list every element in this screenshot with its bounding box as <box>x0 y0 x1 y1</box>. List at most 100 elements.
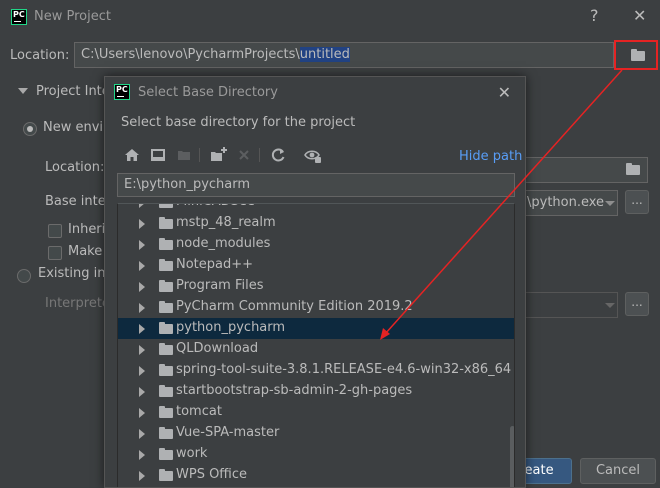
folder-icon <box>159 469 173 481</box>
path-value: E:\python_pycharm <box>124 177 251 192</box>
location-selected-text: untitled <box>299 47 350 62</box>
pycharm-logo-icon: PC <box>11 9 27 25</box>
new-environment-radio[interactable] <box>23 122 37 136</box>
location-label: Location: <box>10 48 70 63</box>
tree-row-label: python_pycharm <box>176 320 286 335</box>
select-base-directory-dialog: PC Select Base Directory ✕ Select base d… <box>104 76 526 488</box>
new-folder-icon[interactable] <box>207 143 229 167</box>
window-title: New Project <box>34 9 111 24</box>
existing-interpreter-radio[interactable] <box>17 269 31 283</box>
folder-icon <box>159 322 173 334</box>
make-available-checkbox[interactable] <box>48 246 62 260</box>
base-interpreter-browse-button[interactable]: ... <box>625 190 649 214</box>
close-icon[interactable]: ✕ <box>498 83 511 102</box>
folder-icon <box>159 427 173 439</box>
folder-icon <box>159 364 173 376</box>
expand-arrow-icon[interactable] <box>139 324 145 334</box>
folder-icon <box>159 217 173 229</box>
env-folder-icon[interactable] <box>621 159 645 179</box>
cancel-button[interactable]: Cancel <box>580 458 656 484</box>
expand-arrow-icon[interactable] <box>139 429 145 439</box>
tree-row[interactable]: MiniCADSee <box>118 204 514 213</box>
tree-row-label: startbootstrap-sb-admin-2-gh-pages <box>176 383 413 398</box>
tree-row[interactable]: node_modules <box>118 234 514 255</box>
folder-icon <box>159 259 173 271</box>
tree-row[interactable]: QLDownload <box>118 339 514 360</box>
location-path-prefix: C:\Users\lenovo\PycharmProjects\ <box>81 47 300 62</box>
dialog-description: Select base directory for the project <box>121 115 356 130</box>
chevron-down-icon <box>605 303 615 308</box>
desktop-icon[interactable] <box>147 143 169 167</box>
folder-icon <box>159 280 173 292</box>
show-hidden-icon[interactable] <box>301 143 323 167</box>
folder-icon <box>159 385 173 397</box>
title-bar: PC New Project ? ✕ <box>0 0 660 34</box>
interpreter-combo[interactable] <box>520 292 618 318</box>
tree-row-label: node_modules <box>176 236 271 251</box>
env-location-label: Location: <box>45 160 105 175</box>
tree-row[interactable]: mstp_48_realm <box>118 213 514 234</box>
tree-row[interactable]: WPS Office <box>118 465 514 486</box>
path-input[interactable]: E:\python_pycharm <box>117 173 515 197</box>
expand-arrow-icon[interactable] <box>139 408 145 418</box>
folder-icon <box>159 406 173 418</box>
dialog-title: Select Base Directory <box>138 85 278 100</box>
expand-arrow-icon[interactable] <box>139 261 145 271</box>
folder-icon <box>159 204 173 208</box>
tree-row-label: QLDownload <box>176 341 259 356</box>
tree-row-label: mstp_48_realm <box>176 215 276 230</box>
delete-icon <box>239 150 249 160</box>
expand-arrow-icon[interactable] <box>139 450 145 460</box>
base-interpreter-value: \python.exe <box>527 195 605 210</box>
expand-arrow-icon[interactable] <box>139 240 145 250</box>
expand-arrow-icon[interactable] <box>139 282 145 292</box>
expand-arrow-icon[interactable] <box>139 219 145 229</box>
tree-row[interactable]: work <box>118 444 514 465</box>
tree-row[interactable]: startbootstrap-sb-admin-2-gh-pages <box>118 381 514 402</box>
expand-arrow-icon[interactable] <box>139 387 145 397</box>
folder-icon <box>159 238 173 250</box>
folder-icon <box>159 448 173 460</box>
location-input[interactable]: C:\Users\lenovo\PycharmProjects\untitled <box>74 42 614 68</box>
tree-row[interactable]: Vue-SPA-master <box>118 423 514 444</box>
home-icon[interactable] <box>121 143 143 167</box>
inherit-checkbox[interactable] <box>48 224 62 238</box>
tree-row-label: Notepad++ <box>176 257 254 272</box>
env-location-input[interactable] <box>520 157 648 183</box>
tree-row-label: PyCharm Community Edition 2019.2 <box>176 299 413 314</box>
annotation-highlight-box <box>614 40 658 70</box>
directory-tree[interactable]: MiniCADSee mstp_48_realm node_modules Notep… <box>117 203 515 487</box>
tree-row-label: MiniCADSee <box>176 204 255 209</box>
expand-arrow-icon[interactable] <box>139 366 145 376</box>
interpreter-browse-button[interactable]: ... <box>625 292 649 316</box>
project-folder-icon <box>178 151 190 160</box>
tree-row-label: tomcat <box>176 404 222 419</box>
tree-row[interactable]: Program Files <box>118 276 514 297</box>
chevron-down-icon <box>605 201 615 206</box>
expand-arrow-icon[interactable] <box>139 345 145 355</box>
expand-arrow-icon[interactable] <box>139 204 145 208</box>
expand-arrow-icon[interactable] <box>139 303 145 313</box>
tree-row[interactable]: PyCharm Community Edition 2019.2 <box>118 297 514 318</box>
tree-row[interactable]: python_pycharm <box>118 318 514 339</box>
hide-path-link[interactable]: Hide path <box>459 149 522 164</box>
expand-arrow-icon[interactable] <box>139 471 145 481</box>
tree-row-label: spring-tool-suite-3.8.1.RELEASE-e4.6-win… <box>176 362 512 377</box>
folder-icon <box>159 301 173 313</box>
help-icon[interactable]: ? <box>590 8 599 24</box>
tree-row[interactable]: spring-tool-suite-3.8.1.RELEASE-e4.6-win… <box>118 360 514 381</box>
tree-row-label: Program Files <box>176 278 264 293</box>
pycharm-logo-icon: PC <box>114 84 130 100</box>
refresh-icon[interactable] <box>267 143 289 167</box>
tree-row[interactable]: Notepad++ <box>118 255 514 276</box>
expand-arrow-icon[interactable] <box>18 88 28 94</box>
tree-scrollbar-thumb[interactable] <box>510 426 514 487</box>
base-interpreter-combo[interactable]: \python.exe <box>520 190 618 216</box>
close-icon[interactable]: ✕ <box>633 8 646 24</box>
tree-row-label: work <box>176 446 208 461</box>
tree-row[interactable]: tomcat <box>118 402 514 423</box>
tree-row-label: WPS Office <box>176 467 248 482</box>
make-available-label[interactable]: Make <box>68 244 102 259</box>
tree-row-label: Vue-SPA-master <box>176 425 280 440</box>
folder-icon <box>159 343 173 355</box>
